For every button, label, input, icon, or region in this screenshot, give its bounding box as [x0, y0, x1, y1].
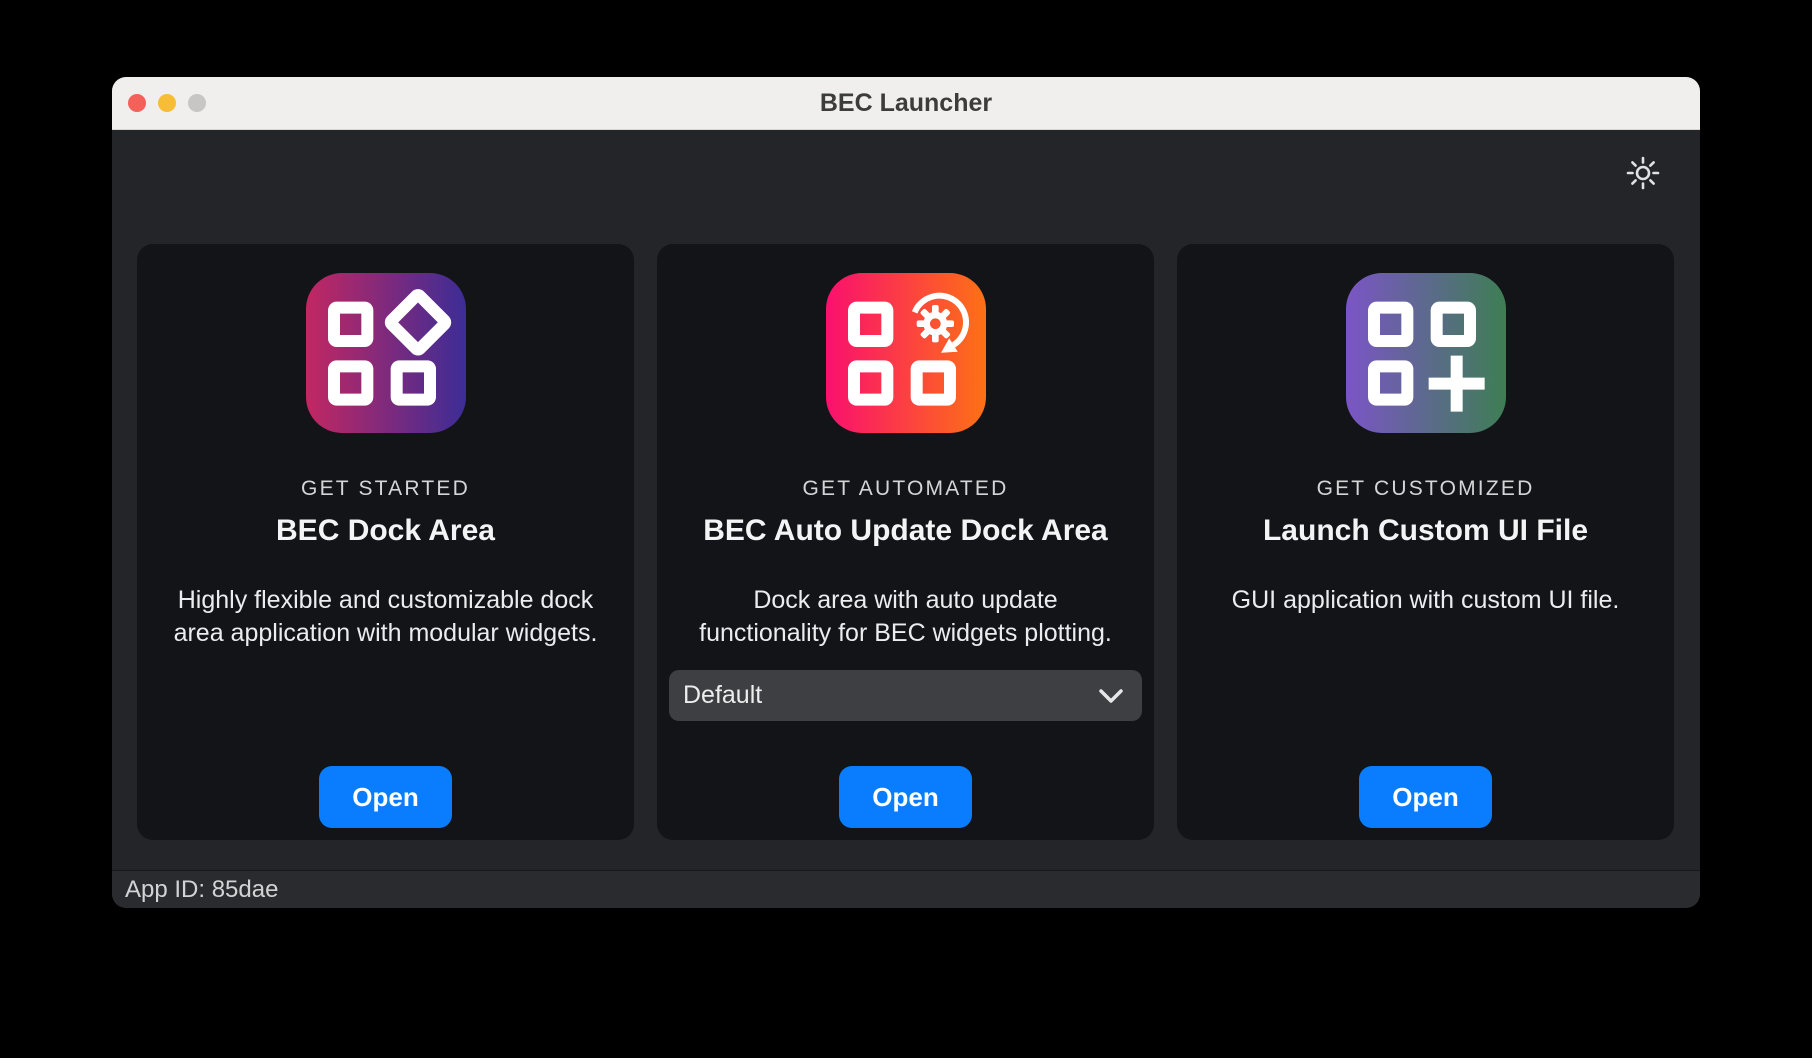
- environment-dropdown[interactable]: Default: [669, 670, 1142, 721]
- card-eyebrow: GET STARTED: [301, 477, 470, 501]
- card-auto-update-dock-area: GET AUTOMATED BEC Auto Update Dock Area …: [657, 244, 1154, 840]
- open-button-custom-ui[interactable]: Open: [1359, 766, 1492, 828]
- auto-update-grid-icon: [826, 273, 986, 433]
- card-eyebrow: GET CUSTOMIZED: [1317, 477, 1535, 501]
- card-eyebrow: GET AUTOMATED: [803, 477, 1009, 501]
- card-description: Highly flexible and customizable dock ar…: [151, 584, 621, 650]
- content-area: GET STARTED BEC Dock Area Highly flexibl…: [112, 130, 1700, 870]
- card-title: Launch Custom UI File: [1263, 514, 1588, 548]
- close-button[interactable]: [128, 94, 146, 112]
- card-bec-dock-area: GET STARTED BEC Dock Area Highly flexibl…: [137, 244, 634, 840]
- card-title: BEC Dock Area: [276, 514, 495, 548]
- zoom-button-disabled: [188, 94, 206, 112]
- open-button-auto-update[interactable]: Open: [839, 766, 972, 828]
- dropdown-selected-value: Default: [683, 681, 762, 710]
- card-launch-custom-ui-file: GET CUSTOMIZED Launch Custom UI File GUI…: [1177, 244, 1674, 840]
- custom-ui-grid-icon: [1346, 273, 1506, 433]
- status-bar: App ID: 85dae: [112, 870, 1700, 908]
- window-title: BEC Launcher: [820, 89, 992, 118]
- dock-area-grid-icon: [306, 273, 466, 433]
- card-title: BEC Auto Update Dock Area: [703, 514, 1108, 548]
- minimize-button[interactable]: [158, 94, 176, 112]
- open-button-dock-area[interactable]: Open: [319, 766, 452, 828]
- card-grid: GET STARTED BEC Dock Area Highly flexibl…: [137, 244, 1674, 840]
- card-description: GUI application with custom UI file.: [1191, 584, 1661, 617]
- bec-launcher-window: BEC Launcher: [112, 77, 1700, 908]
- chevron-down-icon: [1098, 688, 1124, 704]
- titlebar[interactable]: BEC Launcher: [112, 77, 1700, 130]
- card-description: Dock area with auto update functionality…: [671, 584, 1141, 650]
- window-controls: [128, 94, 206, 112]
- app-id-text: App ID: 85dae: [125, 876, 278, 904]
- sun-icon: [1625, 155, 1661, 191]
- theme-toggle-button[interactable]: [1625, 155, 1661, 191]
